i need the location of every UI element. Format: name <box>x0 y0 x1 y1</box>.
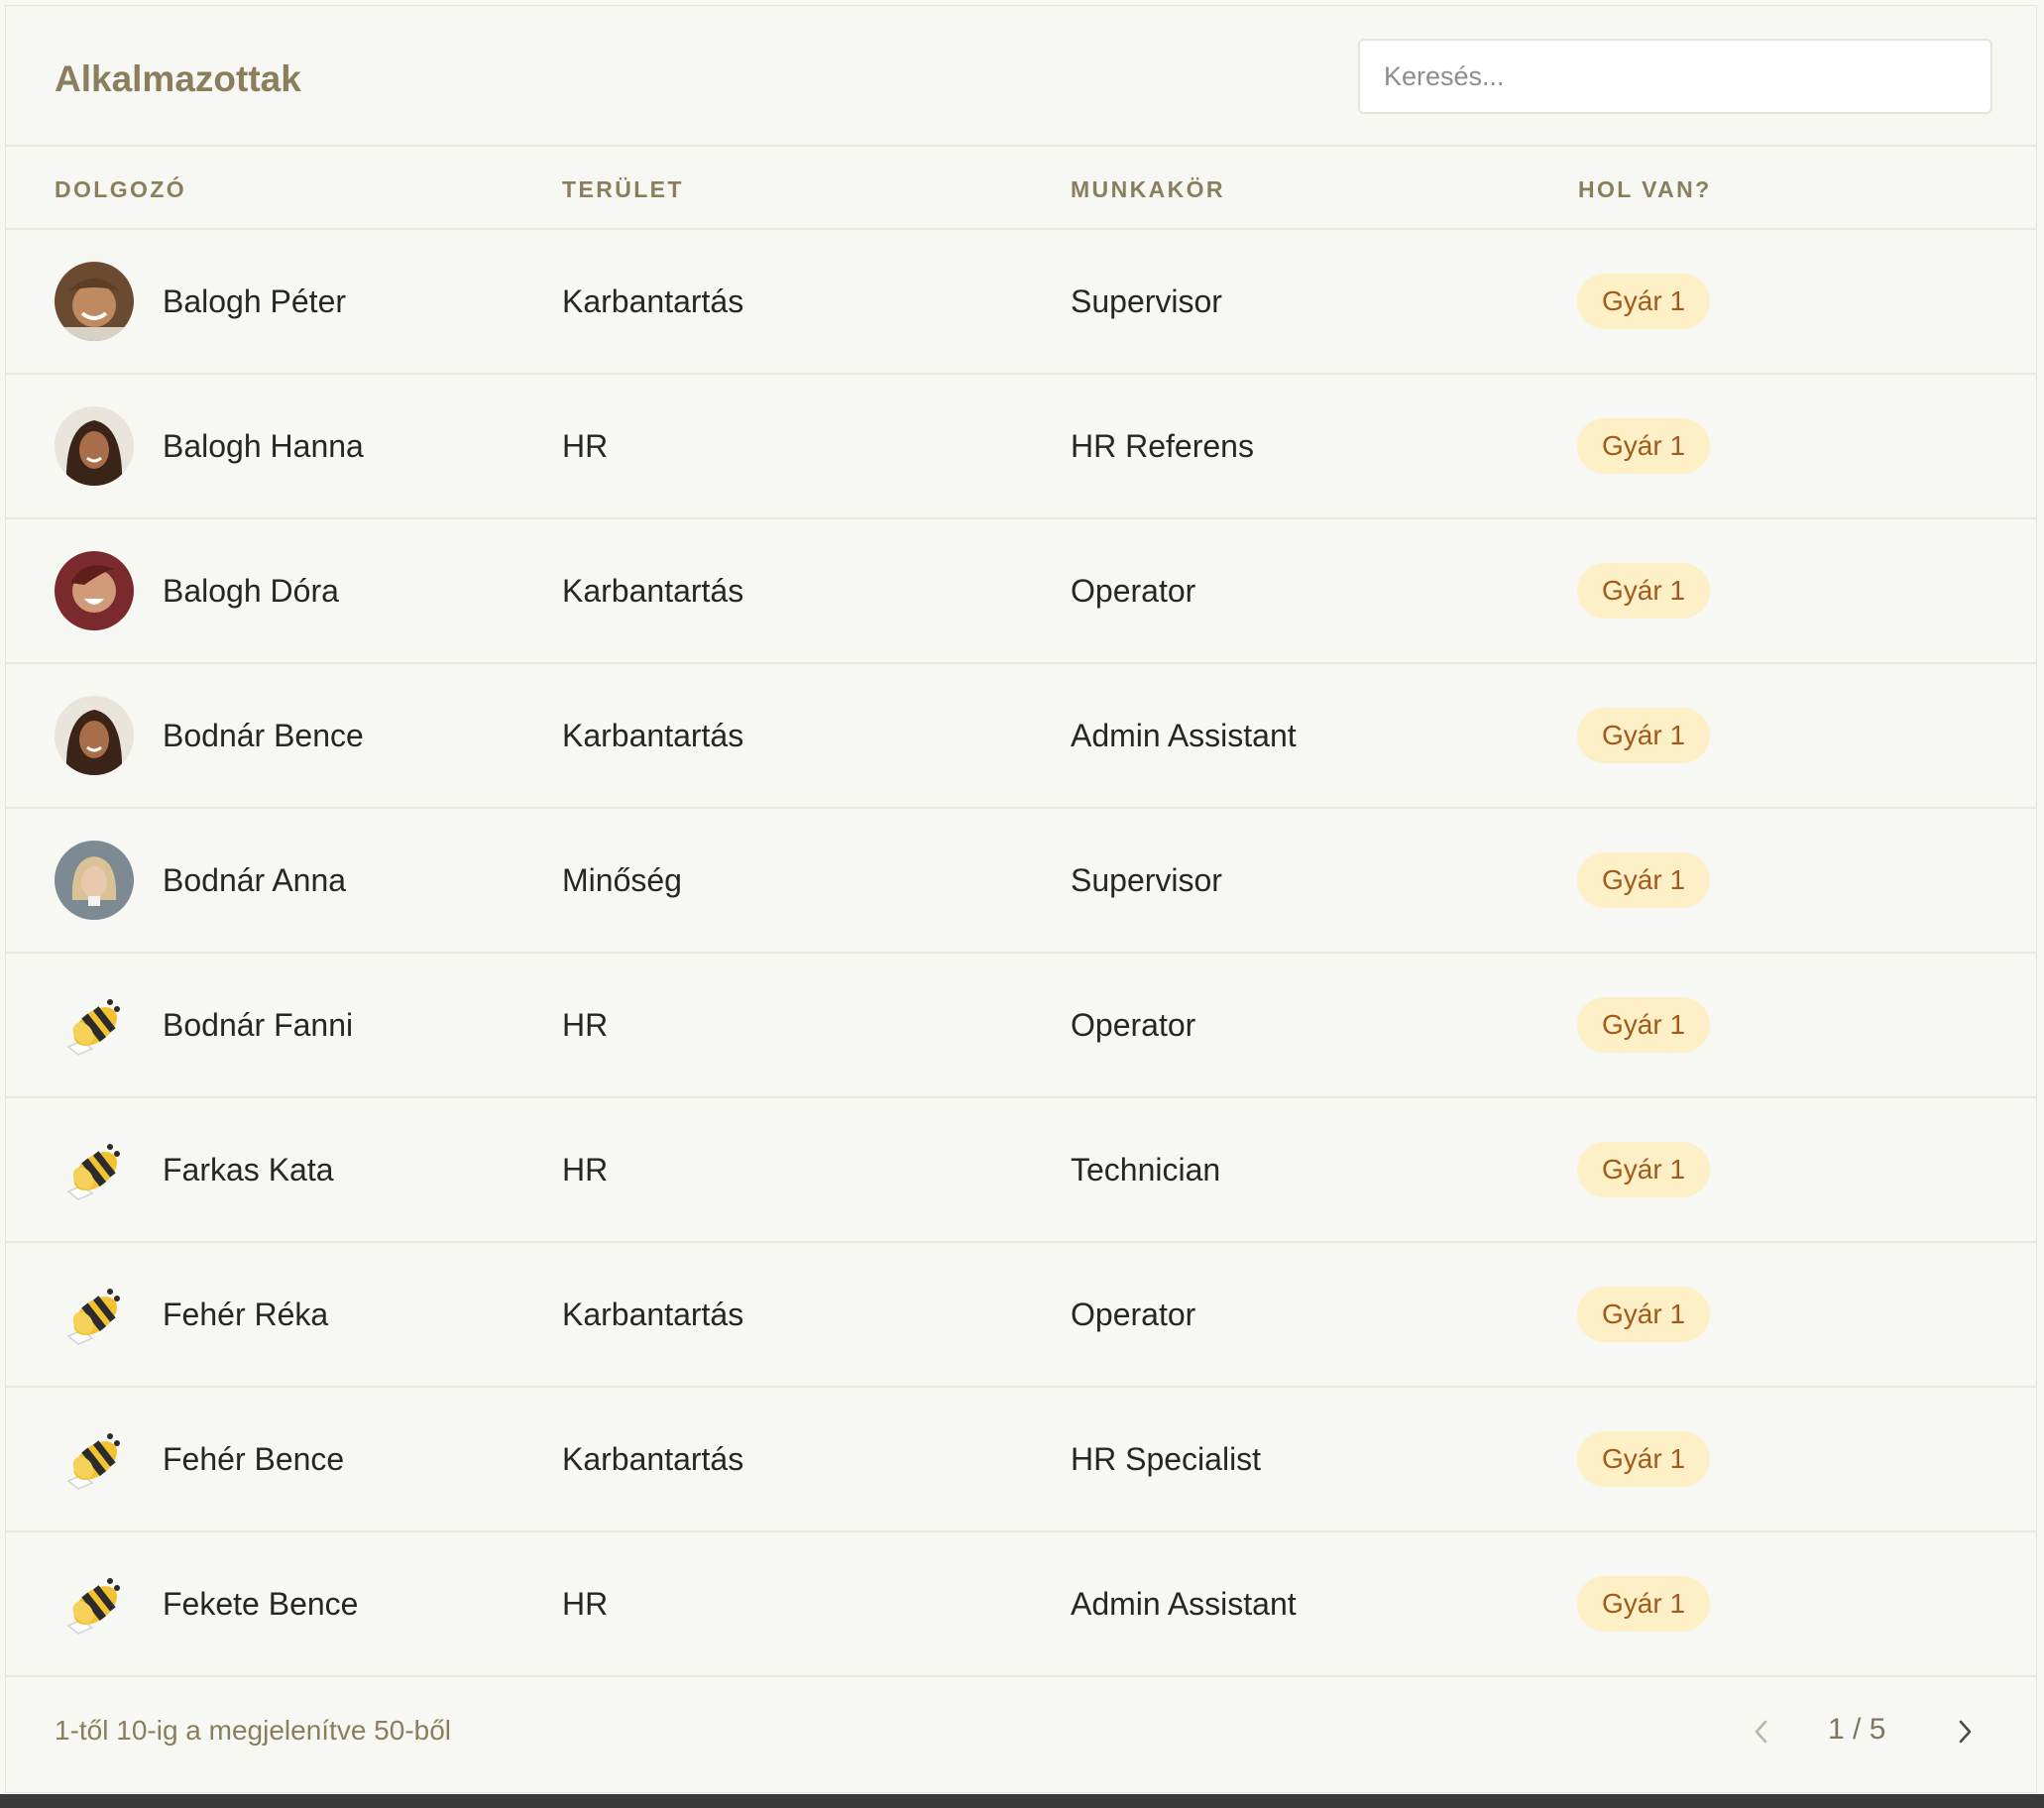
employee-name: Bodnár Fanni <box>163 1007 354 1043</box>
employee-area: Karbantartás <box>562 1441 744 1477</box>
location-badge: Gyár 1 <box>1577 274 1711 329</box>
employee-role: Operator <box>1071 1007 1196 1043</box>
table-row[interactable]: Balogh Dóra Karbantartás Operator Gyár 1 <box>6 519 2036 664</box>
chevron-right-icon <box>1959 1720 1972 1744</box>
employee-name: Fehér Bence <box>163 1441 345 1477</box>
employees-panel: Alkalmazottak DOLGOZÓ TERÜLET MUNKAKÖR H… <box>5 5 2037 1793</box>
bee-icon <box>55 985 134 1065</box>
employee-role: Admin Assistant <box>1071 718 1297 753</box>
avatar <box>55 841 134 920</box>
panel-header: Alkalmazottak <box>6 6 2036 147</box>
employee-name: Farkas Kata <box>163 1152 334 1187</box>
bottom-edge-bar <box>0 1794 2044 1808</box>
table-row[interactable]: Farkas Kata HR Technician Gyár 1 <box>6 1098 2036 1243</box>
avatar <box>55 406 134 486</box>
employee-area: Karbantartás <box>562 1297 744 1332</box>
table-row[interactable]: Balogh Péter Karbantartás Supervisor Gyár 1 <box>6 230 2036 375</box>
bee-icon <box>55 1130 134 1209</box>
location-badge: Gyár 1 <box>1577 1431 1711 1487</box>
employee-area: Karbantartás <box>562 718 744 753</box>
employee-name: Bodnár Bence <box>163 718 364 753</box>
pagination-summary: 1-től 10-ig a megjelenítve 50-ből <box>55 1715 452 1746</box>
next-page-button[interactable] <box>1945 1712 1985 1752</box>
table-row[interactable]: Bodnár Anna Minőség Supervisor Gyár 1 <box>6 809 2036 954</box>
page-title: Alkalmazottak <box>55 58 301 99</box>
chevron-left-icon <box>1755 1720 1767 1744</box>
table-row[interactable]: Fehér Réka Karbantartás Operator Gyár 1 <box>6 1243 2036 1388</box>
bee-icon <box>55 1275 134 1354</box>
avatar <box>55 551 134 630</box>
table-row[interactable]: Bodnár Bence Karbantartás Admin Assistant G… <box>6 664 2036 809</box>
table-footer: 1-től 10-ig a megjelenítve 50-ből 1 / 5 <box>6 1674 2036 1792</box>
location-badge: Gyár 1 <box>1577 1287 1711 1342</box>
bee-icon <box>55 1419 134 1499</box>
location-badge: Gyár 1 <box>1577 1576 1711 1632</box>
employee-area: HR <box>562 428 609 464</box>
employee-area: Karbantartás <box>562 283 744 319</box>
employee-name: Fehér Réka <box>163 1297 329 1332</box>
employee-area: HR <box>562 1007 609 1043</box>
column-header-location[interactable]: HOL VAN? <box>1578 176 1712 203</box>
avatar <box>55 696 134 775</box>
avatar <box>55 262 134 341</box>
employee-role: Operator <box>1071 573 1196 609</box>
employee-role: Operator <box>1071 1297 1196 1332</box>
employee-role: Supervisor <box>1071 862 1222 898</box>
column-header-employee[interactable]: DOLGOZÓ <box>55 176 186 203</box>
location-badge: Gyár 1 <box>1577 852 1711 908</box>
column-header-area[interactable]: TERÜLET <box>562 176 684 203</box>
employee-name: Bodnár Anna <box>163 862 347 898</box>
employee-role: Supervisor <box>1071 283 1222 319</box>
table-row[interactable]: Fekete Bence HR Admin Assistant Gyár 1 <box>6 1532 2036 1677</box>
location-badge: Gyár 1 <box>1577 997 1711 1053</box>
bee-icon <box>55 1564 134 1643</box>
table-row[interactable]: Fehér Bence Karbantartás HR Specialist Gyár… <box>6 1388 2036 1532</box>
location-badge: Gyár 1 <box>1577 1142 1711 1197</box>
employee-area: HR <box>562 1152 609 1187</box>
table-header: DOLGOZÓ TERÜLET MUNKAKÖR HOL VAN? <box>6 147 2036 230</box>
employee-area: HR <box>562 1586 609 1622</box>
employee-area: Minőség <box>562 862 682 898</box>
employee-role: Technician <box>1071 1152 1221 1187</box>
employee-area: Karbantartás <box>562 573 744 609</box>
employee-name: Balogh Hanna <box>163 428 364 464</box>
location-badge: Gyár 1 <box>1577 418 1711 474</box>
employee-role: HR Referens <box>1071 428 1254 464</box>
employee-name: Balogh Dóra <box>163 573 339 609</box>
column-header-role[interactable]: MUNKAKÖR <box>1071 176 1225 203</box>
employee-role: HR Specialist <box>1071 1441 1262 1477</box>
page-indicator: 1 / 5 <box>1828 1713 1886 1746</box>
employee-role: Admin Assistant <box>1071 1586 1297 1622</box>
table-row[interactable]: Balogh Hanna HR HR Referens Gyár 1 <box>6 375 2036 519</box>
location-badge: Gyár 1 <box>1577 563 1711 619</box>
search-input[interactable] <box>1358 39 1992 114</box>
location-badge: Gyár 1 <box>1577 708 1711 763</box>
table-row[interactable]: Bodnár Fanni HR Operator Gyár 1 <box>6 954 2036 1098</box>
employee-name: Balogh Péter <box>163 283 347 319</box>
employee-name: Fekete Bence <box>163 1586 359 1622</box>
previous-page-button[interactable] <box>1742 1712 1781 1752</box>
